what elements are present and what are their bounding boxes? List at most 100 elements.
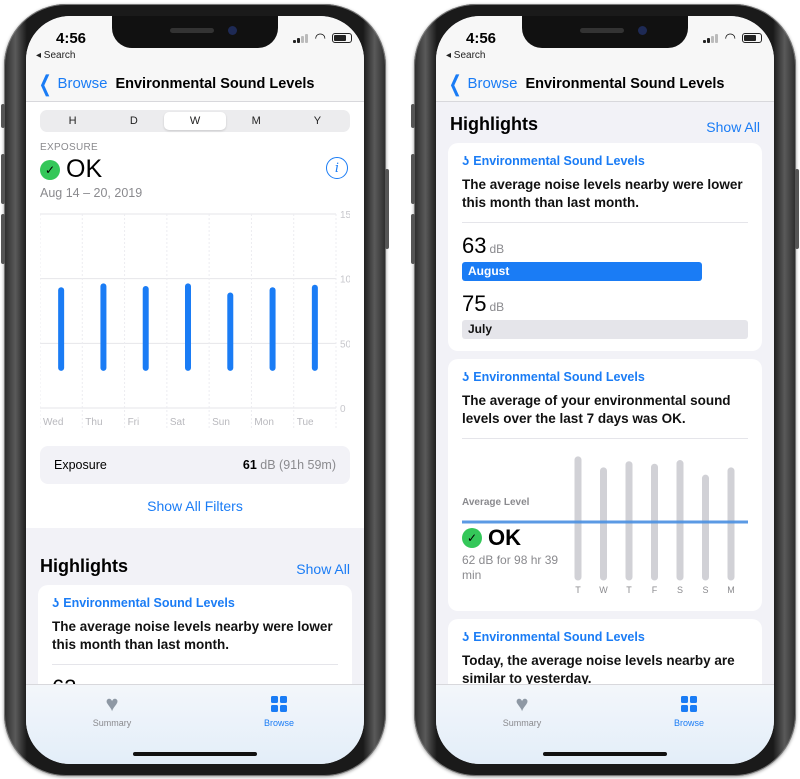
time-range-segmented-control: H D W M Y <box>40 110 350 132</box>
notch <box>522 16 688 48</box>
clock: 4:56 <box>56 30 87 47</box>
x-tick-label: Tue <box>297 417 314 428</box>
divider <box>462 222 748 223</box>
y-tick-label: 100 <box>340 275 350 286</box>
tab-label: Summary <box>502 718 542 728</box>
back-to-search[interactable]: ◂ Search <box>36 50 75 61</box>
card-text: The average noise levels nearby were low… <box>52 619 333 652</box>
tab-bar: ♥ Summary Browse <box>26 684 364 764</box>
volume-down-button <box>411 214 415 264</box>
exposure-summary-row[interactable]: Exposure 61 dB (91h 59m) <box>40 446 350 484</box>
average-status: OK <box>488 525 521 550</box>
ear-icon: ʖ <box>52 595 60 610</box>
exposure-label: EXPOSURE <box>40 142 98 153</box>
summary-value: 61 <box>242 458 257 472</box>
divider <box>462 438 748 439</box>
highlight-card-weekly-average[interactable]: ʖ Environmental Sound Levels The average … <box>448 359 762 611</box>
y-tick-label: 50 <box>340 339 350 350</box>
x-tick-label: Wed <box>43 417 63 428</box>
volume-up-button <box>1 154 5 204</box>
card-text: The average noise levels nearby were low… <box>462 177 743 210</box>
y-tick-label: 0 <box>340 404 346 415</box>
page-title: Environmental Sound Levels <box>115 75 315 92</box>
segment-week[interactable]: W <box>164 112 226 130</box>
average-level-label: Average Level <box>462 497 530 508</box>
card-text: Today, the average noise levels nearby a… <box>462 653 735 686</box>
x-tick-label: Fri <box>128 417 140 428</box>
show-all-link[interactable]: Show All <box>706 119 760 135</box>
battery-icon <box>332 33 352 43</box>
tab-summary[interactable]: ♥ Summary <box>72 691 152 729</box>
checkmark-icon: ✓ <box>40 159 60 180</box>
highlights-heading: Highlights <box>40 556 128 576</box>
back-button[interactable]: ❮ Browse <box>446 70 518 96</box>
x-tick-label: Mon <box>254 417 273 428</box>
cellular-signal-icon <box>703 34 718 43</box>
segment-month[interactable]: M <box>226 112 287 130</box>
highlight-card-monthly[interactable]: ʖ Environmental Sound Levels The average … <box>448 143 762 351</box>
show-all-link[interactable]: Show All <box>296 561 350 577</box>
screen-left: 4:56 ◂ Search ◠ ❮ Browse Environmental So… <box>26 16 364 764</box>
unit-label: dB <box>489 300 505 314</box>
info-icon[interactable]: i <box>326 157 348 179</box>
show-all-filters-link[interactable]: Show All Filters <box>40 498 350 514</box>
summary-label: Exposure <box>54 458 107 472</box>
power-button <box>385 169 389 249</box>
back-label: Browse <box>57 75 108 92</box>
home-indicator[interactable] <box>543 752 667 756</box>
page-title: Environmental Sound Levels <box>525 75 725 92</box>
ear-icon: ʖ <box>462 629 470 644</box>
x-tick-label: F <box>652 585 658 595</box>
notch <box>112 16 278 48</box>
segment-hour[interactable]: H <box>42 112 103 130</box>
chevron-left-icon: ❮ <box>448 70 462 96</box>
exposure-status: OK <box>66 155 103 183</box>
chevron-left-icon: ❮ <box>38 70 52 96</box>
average-detail: 62 dB for 98 hr 39 min <box>462 553 559 582</box>
home-indicator[interactable] <box>133 752 257 756</box>
cellular-signal-icon <box>293 34 308 43</box>
battery-icon <box>742 33 762 43</box>
checkmark-icon: ✓ <box>462 528 482 548</box>
tab-browse[interactable]: Browse <box>239 693 319 728</box>
july-value: 75 dB <box>462 291 505 316</box>
august-value: 63 dB <box>462 233 505 258</box>
mute-switch <box>411 104 415 128</box>
card-heading: Environmental Sound Levels <box>473 629 645 644</box>
tab-browse[interactable]: Browse <box>649 693 729 728</box>
segment-day[interactable]: D <box>103 112 164 130</box>
phone-frame-right: 4:56 ◂ Search ◠ ❮ Browse Environmental So… <box>411 4 799 776</box>
segment-year[interactable]: Y <box>287 112 348 130</box>
clock: 4:56 <box>466 30 497 47</box>
screen-right: 4:56 ◂ Search ◠ ❮ Browse Environmental So… <box>436 16 774 764</box>
navigation-bar: ❮ Browse Environmental Sound Levels <box>26 66 364 102</box>
card-text: The average of your environmental sound … <box>462 393 731 426</box>
back-button[interactable]: ❮ Browse <box>36 70 108 96</box>
back-to-search[interactable]: ◂ Search <box>446 50 485 61</box>
divider <box>52 664 338 665</box>
mute-switch <box>1 104 5 128</box>
x-tick-label: S <box>702 585 708 595</box>
tab-summary[interactable]: ♥ Summary <box>482 691 562 729</box>
exposure-chart: 0 50 100 150 Wed Thu Fri Sat Sun Mon Tue <box>40 208 350 436</box>
grid-icon <box>271 696 287 712</box>
tab-label: Browse <box>673 718 704 728</box>
x-tick-label: T <box>575 585 581 595</box>
ear-icon: ʖ <box>462 369 470 384</box>
x-tick-label: M <box>727 585 735 595</box>
heart-icon: ♥ <box>515 691 529 716</box>
x-tick-label: Thu <box>85 417 102 428</box>
x-tick-label: T <box>626 585 632 595</box>
card-heading: Environmental Sound Levels <box>473 369 645 384</box>
x-tick-label: Sun <box>212 417 230 428</box>
volume-down-button <box>1 214 5 264</box>
wifi-icon: ◠ <box>724 30 736 45</box>
y-tick-label: 150 <box>340 210 350 221</box>
card-heading: Environmental Sound Levels <box>63 595 235 610</box>
wifi-icon: ◠ <box>314 30 326 45</box>
power-button <box>795 169 799 249</box>
july-bar: July <box>462 320 748 339</box>
unit-label: dB <box>489 242 505 256</box>
heart-icon: ♥ <box>105 691 119 716</box>
exposure-chart-svg: 0 50 100 150 Wed Thu Fri Sat Sun Mon Tue <box>40 210 350 430</box>
